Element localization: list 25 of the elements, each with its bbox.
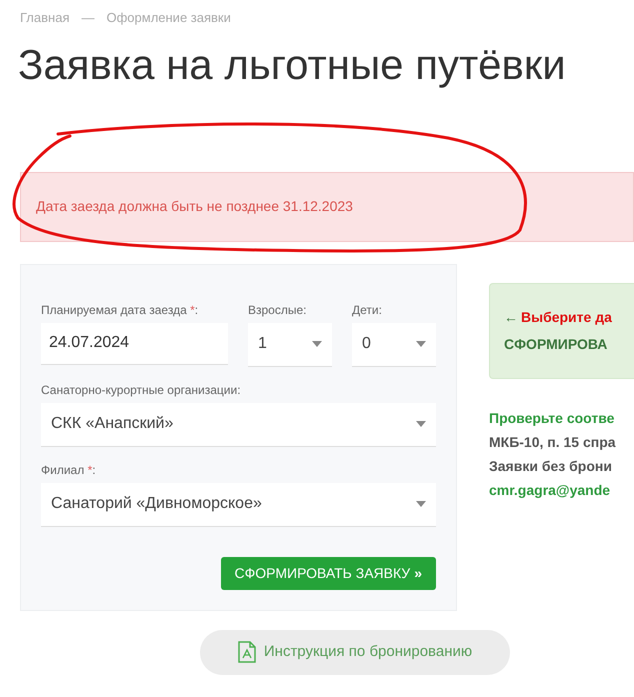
- field-label: Взрослые:: [248, 302, 308, 319]
- select-field[interactable]: 0: [352, 322, 436, 367]
- info-text: МКБ-10, п. 15 спра: [489, 432, 617, 451]
- select-field[interactable]: СКК «Анапский»: [41, 402, 436, 447]
- dropdown-caret-icon: [416, 341, 426, 348]
- pdf-file-icon: [238, 641, 256, 664]
- error-alert: Дата заезда должна быть не позднее 31.12.2023: [20, 172, 634, 242]
- field-label: Филиал *:: [41, 462, 97, 479]
- dropdown-caret-icon: [416, 421, 426, 428]
- field-label: Планируемая дата заезда *:: [41, 302, 200, 319]
- info-text: Проверьте соотве: [489, 408, 616, 427]
- notice-text: Выберите да: [521, 308, 612, 327]
- dropdown-caret-icon: [416, 501, 426, 508]
- field-label: Санаторно-курортные организации:: [41, 382, 242, 399]
- breadcrumb-separator: —: [81, 9, 94, 27]
- date-field[interactable]: 24.07.2024: [41, 322, 228, 365]
- dropdown-caret-icon: [312, 341, 322, 348]
- select-field[interactable]: Санаторий «Дивноморское»: [41, 482, 436, 527]
- select-field[interactable]: 1: [248, 322, 332, 367]
- field-label: Дети:: [352, 302, 383, 319]
- info-text: cmr.gagra@yande: [489, 480, 612, 499]
- info-text: Заявки без брони: [489, 456, 613, 475]
- notice-text: СФОРМИРОВА: [504, 334, 608, 354]
- arrow-text: ←: [504, 308, 518, 327]
- page-title: Заявка на льготные путёвки: [17, 42, 567, 88]
